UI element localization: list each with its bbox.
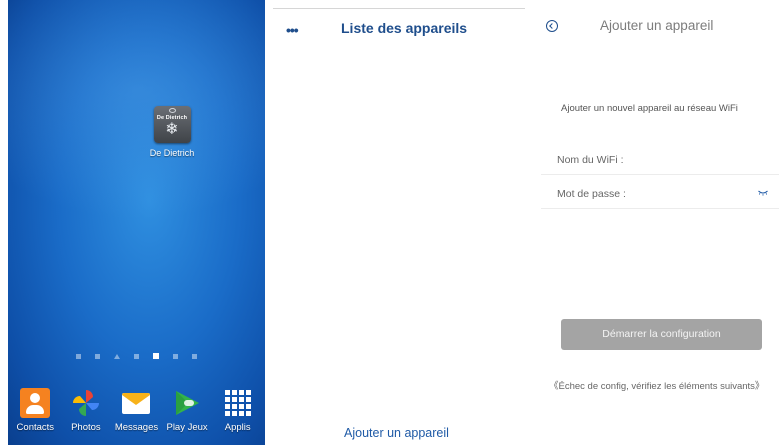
dock-label: Contacts (16, 422, 55, 433)
app-shortcut-label: De Dietrich (149, 148, 195, 158)
back-icon[interactable] (546, 20, 558, 32)
device-list-screen: ••• Liste des appareils Ajouter un appar… (273, 0, 525, 445)
add-device-screen: Ajouter un appareil Ajouter un nouvel ap… (541, 0, 779, 445)
wifi-name-label: Nom du WiFi : (557, 154, 624, 166)
page-title: Liste des appareils (341, 20, 468, 36)
photos-pinwheel-icon (72, 390, 99, 416)
password-label: Mot de passe : (557, 188, 626, 200)
page-dot-active (153, 353, 159, 359)
android-home-screen: De Dietrich ❄ De Dietrich Contacts Photo… (8, 0, 265, 445)
brand-logo-icon (168, 108, 176, 113)
start-configuration-button[interactable]: Démarrer la configuration (561, 319, 762, 350)
wifi-name-row: Nom du WiFi : (541, 146, 779, 175)
page-dot (173, 353, 178, 359)
play-games-triangle-icon (176, 391, 200, 415)
de-dietrich-app-shortcut[interactable]: De Dietrich ❄ De Dietrich (142, 106, 202, 158)
envelope-icon (122, 393, 151, 414)
de-dietrich-app-icon[interactable]: De Dietrich ❄ (153, 106, 191, 143)
dock-item-play-games[interactable]: Play Jeux (162, 382, 212, 433)
page-indicator (8, 352, 265, 360)
dock-label: Applis (224, 422, 251, 433)
snowflake-icon: ❄ (165, 121, 179, 138)
dock-item-photos[interactable]: Photos (61, 382, 111, 433)
page-dot (192, 353, 197, 359)
password-input[interactable] (627, 185, 751, 203)
dock-item-messages[interactable]: Messages (111, 382, 161, 433)
password-row: Mot de passe : (541, 180, 779, 209)
page-dot (134, 353, 139, 359)
add-device-link[interactable]: Ajouter un appareil (344, 426, 449, 440)
dock-label: Photos (71, 422, 101, 433)
play-games-icon[interactable] (172, 388, 202, 418)
home-page-indicator-icon (114, 353, 120, 359)
messages-icon[interactable] (121, 388, 151, 418)
show-password-eye-icon[interactable] (758, 190, 768, 196)
more-options-icon[interactable]: ••• (286, 22, 299, 38)
wifi-name-input[interactable] (627, 151, 751, 169)
dock-item-apps[interactable]: Applis (213, 382, 263, 433)
contacts-icon[interactable] (20, 388, 51, 418)
page-title: Ajouter un appareil (600, 18, 714, 33)
wallpaper-gloss (8, 0, 265, 220)
dock-label: Messages (114, 422, 159, 433)
app-dock: Contacts Photos Messages Play Jeux Appli… (8, 382, 265, 445)
apps-grid-dots-icon (224, 390, 251, 416)
config-failure-help-link[interactable]: 《Échec de config, vérifiez les éléments … (549, 381, 774, 393)
dock-item-contacts[interactable]: Contacts (10, 382, 60, 433)
instructions-text: Ajouter un nouvel appareil au réseau WiF… (561, 103, 738, 114)
page-dot (76, 353, 81, 359)
apps-grid-icon[interactable] (223, 388, 253, 418)
dock-label: Play Jeux (166, 422, 208, 433)
page-dot (95, 353, 100, 359)
top-divider (273, 8, 525, 9)
photos-icon[interactable] (71, 388, 101, 418)
